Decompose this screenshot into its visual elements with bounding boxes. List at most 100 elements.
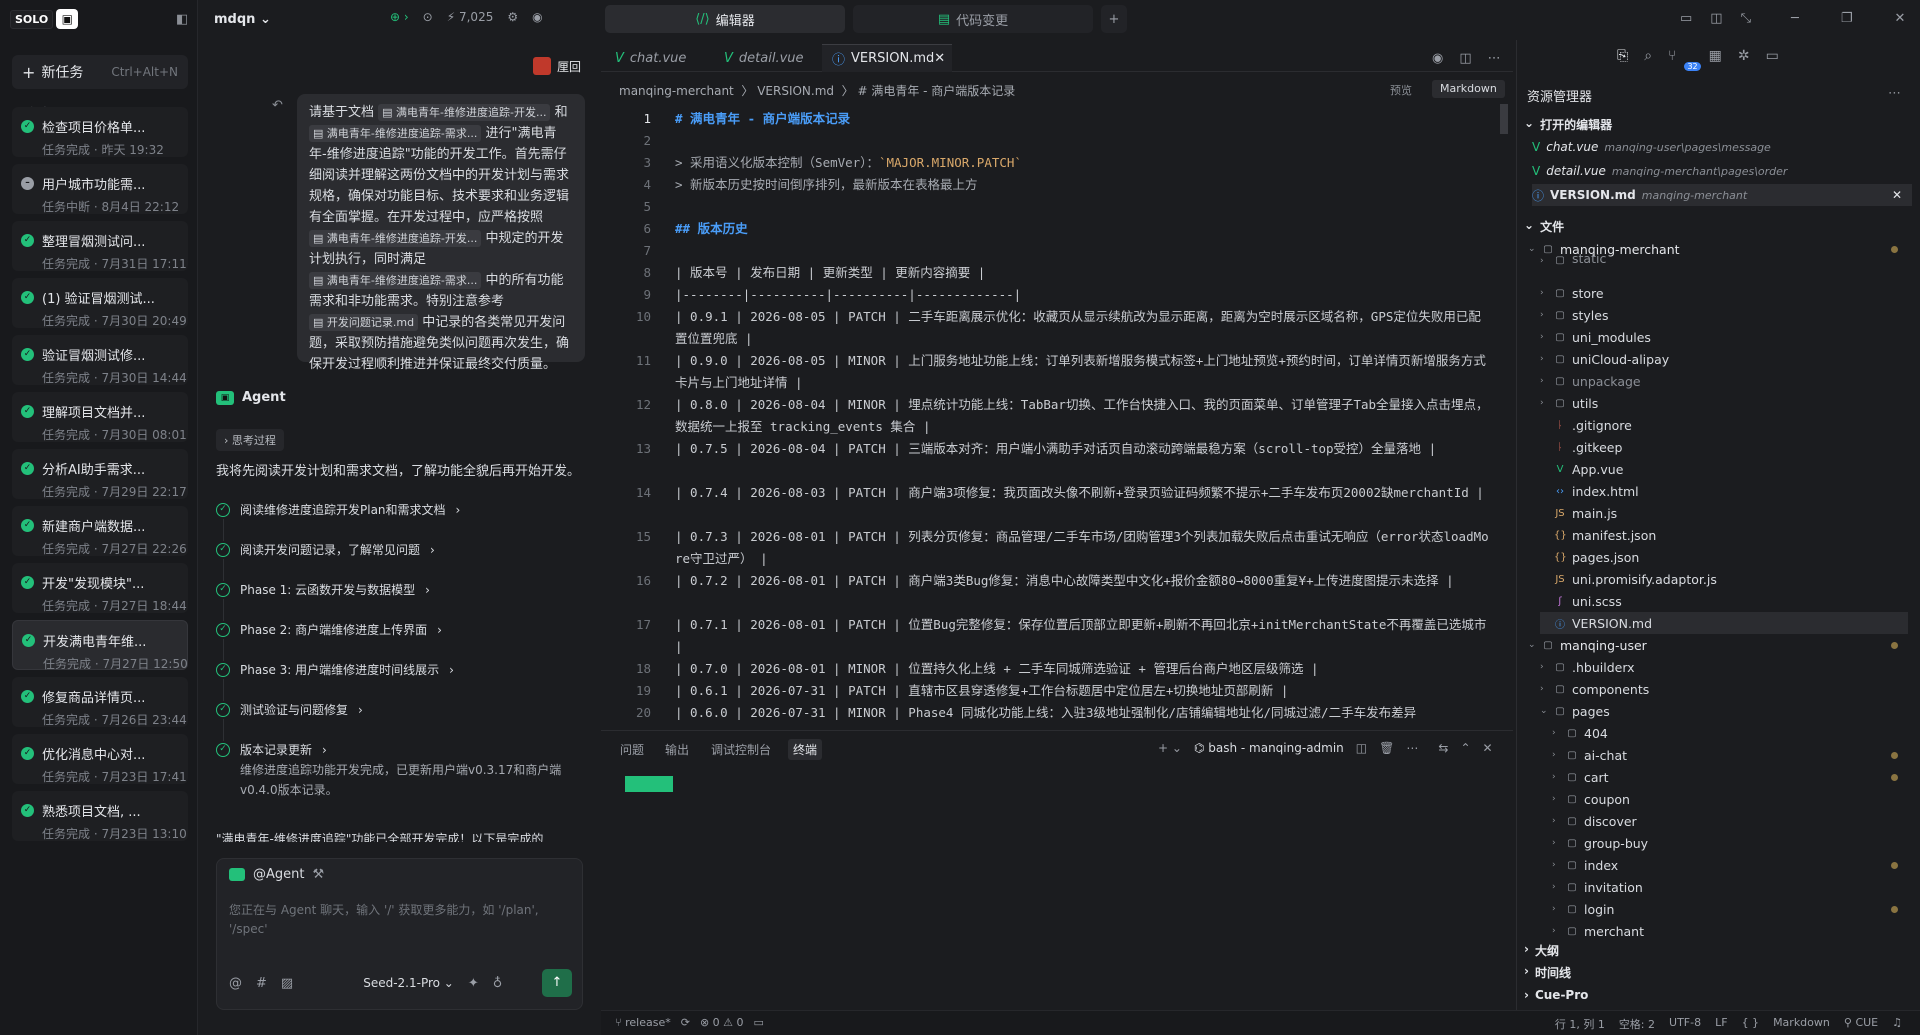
task-item[interactable]: ✓ 开发满电青年维... 任务完成 · 7月27日 12:50 bbox=[12, 620, 188, 671]
code-line[interactable] bbox=[675, 196, 1490, 218]
credits-indicator[interactable]: ⚡ 7,025 bbox=[447, 10, 494, 24]
agent-step[interactable]: ✓ Phase 2: 商户端维修进度上传界面 › bbox=[216, 621, 442, 638]
folder-item[interactable]: › ▢ merchant bbox=[1552, 920, 1908, 942]
task-item[interactable]: – 用户城市功能需... 任务中断 · 8月4日 22:12 bbox=[12, 164, 188, 214]
preview-eye-icon[interactable]: ◉ bbox=[1432, 51, 1443, 66]
file-item[interactable]: V App.vue bbox=[1540, 458, 1908, 480]
cue-section[interactable]: › Cue-Pro bbox=[1524, 988, 1588, 1002]
folder-item[interactable]: › ▢ utils bbox=[1540, 392, 1908, 414]
sparkle-icon[interactable]: ✦ bbox=[468, 976, 479, 991]
code-line[interactable]: | 版本号 | 发布日期 | 更新类型 | 更新内容摘要 | bbox=[675, 262, 1490, 284]
chevron-up-icon[interactable]: ⌃ bbox=[1460, 741, 1470, 755]
sync-icon[interactable]: ⟳ bbox=[681, 1016, 690, 1029]
file-item[interactable]: ᚿ .gitignore bbox=[1540, 414, 1908, 436]
gear-icon[interactable]: ⚙ bbox=[507, 10, 518, 24]
remote-icon[interactable]: ▭ bbox=[1766, 48, 1779, 64]
close-icon[interactable]: ✕ bbox=[1894, 11, 1905, 26]
preview-button[interactable]: 预览 bbox=[1390, 82, 1412, 98]
folder-item[interactable]: › ▢ styles bbox=[1540, 304, 1908, 326]
editor-scrollbar[interactable] bbox=[1500, 104, 1508, 134]
code-line[interactable]: | 0.7.0 | 2026-08-01 | MINOR | 位置持久化上线 +… bbox=[675, 658, 1490, 680]
mention-icon[interactable]: @ bbox=[229, 976, 242, 991]
thinking-toggle[interactable]: › 思考过程 bbox=[216, 429, 284, 451]
hash-icon[interactable]: # bbox=[256, 976, 267, 991]
open-editor-item[interactable]: Vchat.vue manqing-user\pages\message bbox=[1532, 136, 1912, 158]
search-icon[interactable]: ⌕ bbox=[1644, 48, 1652, 64]
tab-terminal[interactable]: 终端 bbox=[788, 739, 823, 760]
task-item[interactable]: ✓ 开发"发现模块"... 任务完成 · 7月27日 18:44 bbox=[12, 563, 188, 613]
task-item[interactable]: ✓ 优化消息中心对... 任务完成 · 7月23日 17:41 bbox=[12, 734, 188, 784]
add-terminal-icon[interactable]: + ⌄ bbox=[1158, 741, 1182, 755]
folder-item[interactable]: › ▢ .hbuilderx bbox=[1540, 656, 1908, 678]
outline-section[interactable]: › 大纲 bbox=[1524, 942, 1559, 959]
source-control-icon[interactable]: ⑂32 bbox=[1668, 48, 1701, 71]
split-editor-icon[interactable]: ◫ bbox=[1459, 51, 1471, 66]
extensions-icon[interactable]: ▦ bbox=[1709, 48, 1722, 64]
account-icon[interactable]: ◉ bbox=[532, 10, 542, 24]
sidebar-toggle-icon[interactable]: ◧ bbox=[176, 12, 188, 27]
tab-detail-vue[interactable]: Vdetail.vue bbox=[714, 44, 819, 72]
add-tab-button[interactable]: + bbox=[1101, 5, 1127, 33]
agent-step[interactable]: ✓ Phase 3: 用户端维修进度时间线展示 › bbox=[216, 661, 454, 678]
history-icon[interactable]: ⊙ bbox=[423, 10, 433, 24]
doc-chip[interactable]: ▤ 满电青年-维修进度追踪-开发... bbox=[309, 230, 482, 247]
more-icon[interactable]: ⋯ bbox=[1488, 51, 1501, 66]
problems-indicator[interactable]: ⊗ 0 ⚠ 0 bbox=[700, 1016, 744, 1029]
folder-item[interactable]: › ▢ uniCloud-alipay bbox=[1540, 348, 1908, 370]
terminal-status-icon[interactable]: ▭ bbox=[754, 1016, 764, 1029]
doc-chip[interactable]: ▤ 满电青年-维修进度追踪-需求... bbox=[309, 125, 482, 142]
split-icon[interactable]: ◫ bbox=[1710, 11, 1722, 26]
open-editor-item[interactable]: Vdetail.vue manqing-merchant\pages\order bbox=[1532, 160, 1912, 182]
files-section[interactable]: ⌄ 文件 bbox=[1524, 218, 1564, 235]
folder-item[interactable]: › ▢ store bbox=[1540, 282, 1908, 304]
folder-item[interactable]: › ▢ 404 bbox=[1552, 722, 1908, 744]
maximize-icon[interactable]: ❐ bbox=[1841, 11, 1853, 26]
doc-chip[interactable]: ▤ 开发问题记录.md bbox=[309, 314, 419, 331]
agent-step[interactable]: ✓ 阅读维修进度追踪开发Plan和需求文档 › bbox=[216, 501, 460, 518]
folder-item[interactable]: › ▢ coupon bbox=[1552, 788, 1908, 810]
agent-step[interactable]: ✓ 阅读开发问题记录，了解常见问题 › bbox=[216, 541, 435, 558]
line-ending[interactable]: LF bbox=[1715, 1016, 1727, 1032]
open-editor-item[interactable]: ⓘ VERSION.md manqing-merchant ✕ bbox=[1532, 184, 1912, 206]
tab-chat-vue[interactable]: Vchat.vue bbox=[605, 44, 710, 72]
code-line[interactable]: | 0.7.2 | 2026-08-01 | PATCH | 商户端3类Bug修… bbox=[675, 570, 1490, 614]
folder-item[interactable]: › ▢ ai-chat bbox=[1552, 744, 1908, 766]
encoding[interactable]: UTF-8 bbox=[1669, 1016, 1701, 1032]
close-icon[interactable]: ✕ bbox=[1483, 741, 1493, 755]
folder-item[interactable]: › ▢ discover bbox=[1552, 810, 1908, 832]
file-item[interactable]: ʃ uni.scss bbox=[1540, 590, 1908, 612]
more-icon[interactable]: ⋯ bbox=[1888, 86, 1901, 101]
branch-indicator[interactable]: ⑂ release* bbox=[615, 1016, 671, 1029]
folder-item[interactable]: ⌄ ▢ manqing-user bbox=[1528, 634, 1908, 656]
code-line[interactable]: | 0.9.0 | 2026-08-05 | MINOR | 上门服务地址功能上… bbox=[675, 350, 1490, 394]
undo-icon[interactable]: ↶ bbox=[272, 98, 283, 113]
agent-step[interactable]: ✓ 版本记录更新 › bbox=[216, 741, 327, 758]
tab-editor[interactable]: ⟨/⟩ 编辑器 bbox=[605, 5, 845, 33]
folder-item[interactable]: › ▢ login bbox=[1552, 898, 1908, 920]
code-line[interactable]: | 0.7.3 | 2026-08-01 | PATCH | 列表分页修复：商品… bbox=[675, 526, 1490, 570]
tab-problems[interactable]: 问题 bbox=[620, 741, 644, 758]
task-item[interactable]: ✓ 整理冒烟测试问... 任务完成 · 7月31日 17:11 bbox=[12, 221, 188, 271]
doc-chip[interactable]: ▤ 满电青年-维修进度追踪-需求... bbox=[309, 272, 482, 289]
more-icon[interactable]: ⋯ bbox=[1406, 741, 1418, 755]
agent-step[interactable]: ✓ Phase 1: 云函数开发与数据模型 › bbox=[216, 581, 430, 598]
bell-icon[interactable]: ♫ bbox=[1892, 1016, 1902, 1032]
split-terminal-icon[interactable]: ◫ bbox=[1356, 741, 1367, 755]
trash-icon[interactable]: 🗑 bbox=[1379, 741, 1394, 755]
file-item[interactable]: {} pages.json bbox=[1540, 546, 1908, 568]
code-line[interactable]: > 新版本历史按时间倒序排列，最新版本在表格最上方 bbox=[675, 174, 1490, 196]
task-item[interactable]: ✓ (1) 验证冒烟测试... 任务完成 · 7月30日 20:49 bbox=[12, 278, 188, 328]
folder-item[interactable]: › ▢ invitation bbox=[1552, 876, 1908, 898]
task-item[interactable]: ✓ 检查项目价格单... 任务完成 · 昨天 19:32 bbox=[12, 107, 188, 157]
code-line[interactable]: | 0.8.0 | 2026-08-04 | MINOR | 埋点统计功能上线：… bbox=[675, 394, 1490, 438]
new-task-button[interactable]: + 新任务 Ctrl+Alt+N bbox=[12, 55, 188, 89]
settings-icon[interactable]: ⚒ bbox=[312, 867, 324, 882]
cursor-position[interactable]: 行 1, 列 1 bbox=[1555, 1016, 1605, 1032]
image-icon[interactable]: ▨ bbox=[281, 976, 293, 991]
send-button[interactable]: ↑ bbox=[542, 969, 572, 997]
task-item[interactable]: ✓ 验证冒烟测试修... 任务完成 · 7月30日 14:44 bbox=[12, 335, 188, 385]
layout-icon[interactable]: ▭ bbox=[1680, 11, 1692, 26]
file-item[interactable]: ⓘ VERSION.md bbox=[1540, 612, 1908, 634]
code-line[interactable]: | 0.7.4 | 2026-08-03 | PATCH | 商户端3项修复：我… bbox=[675, 482, 1490, 526]
agent-step[interactable]: ✓ 测试验证与问题修复 › bbox=[216, 701, 363, 718]
